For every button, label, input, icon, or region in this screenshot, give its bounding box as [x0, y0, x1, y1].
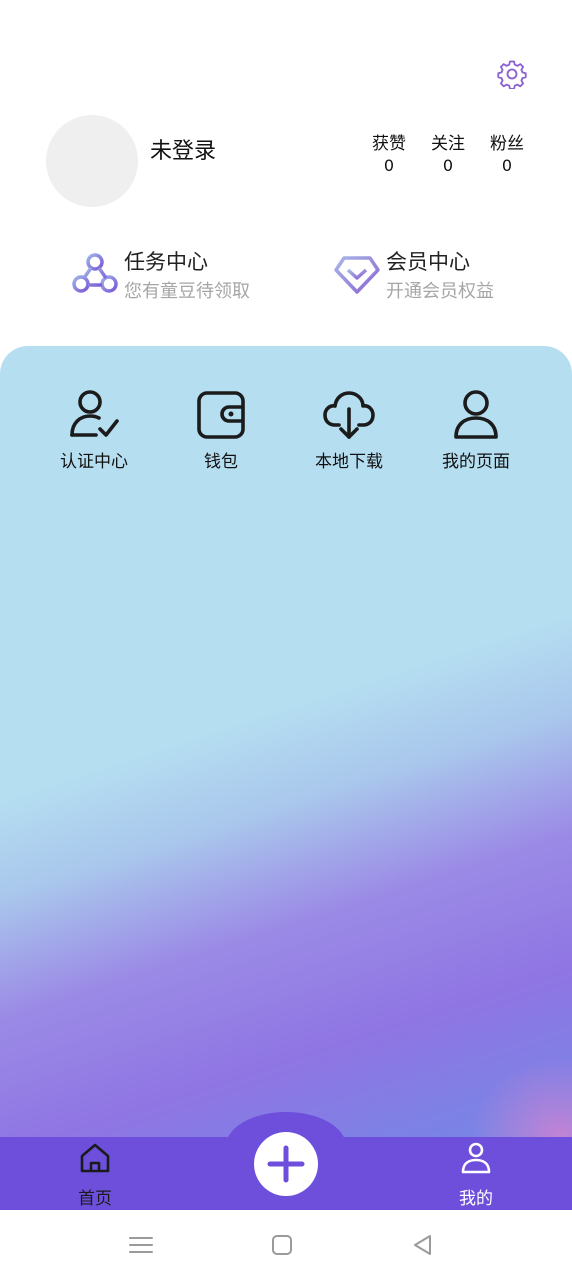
login-status[interactable]: 未登录 — [150, 133, 216, 165]
feature-label: 认证中心 — [60, 452, 128, 472]
feature-wallet[interactable]: 钱包 — [166, 387, 276, 472]
tab-label: 我的 — [459, 1189, 493, 1209]
task-center-title: 任务中心 — [124, 250, 208, 274]
task-center-entry[interactable]: 任务中心 您有童豆待领取 — [70, 244, 290, 304]
user-verified-icon — [70, 390, 119, 437]
feature-label: 本地下载 — [315, 452, 383, 472]
stat-value: 0 — [383, 156, 395, 175]
back-triangle-icon[interactable] — [408, 1230, 438, 1260]
add-button[interactable] — [254, 1132, 318, 1196]
stat-label: 获赞 — [372, 134, 406, 154]
tab-home[interactable]: 首页 — [55, 1140, 135, 1209]
wallet-icon — [197, 391, 245, 439]
vip-center-subtitle: 开通会员权益 — [386, 281, 494, 302]
feature-local-download[interactable]: 本地下载 — [294, 387, 404, 472]
home-square-icon[interactable] — [267, 1230, 297, 1260]
home-icon — [80, 1143, 110, 1173]
cloud-download-icon — [323, 391, 375, 439]
user-icon — [454, 390, 498, 439]
gear-icon[interactable] — [497, 59, 527, 89]
stat-likes[interactable]: 获赞 0 — [364, 133, 414, 177]
feature-verification-center[interactable]: 认证中心 — [39, 387, 149, 472]
user-icon — [461, 1142, 491, 1174]
diamond-icon — [334, 256, 380, 294]
vip-center-title: 会员中心 — [386, 250, 470, 274]
tab-label: 首页 — [78, 1189, 112, 1209]
feature-label: 我的页面 — [442, 452, 510, 472]
menu-icon[interactable] — [126, 1230, 156, 1260]
task-network-icon — [72, 253, 118, 293]
feature-my-page[interactable]: 我的页面 — [421, 387, 531, 472]
stat-label: 粉丝 — [490, 134, 524, 154]
plus-icon — [267, 1145, 305, 1183]
vip-center-entry[interactable]: 会员中心 开通会员权益 — [332, 244, 532, 304]
stat-value: 0 — [501, 156, 513, 175]
stat-value: 0 — [442, 156, 454, 175]
tab-mine[interactable]: 我的 — [436, 1140, 516, 1209]
feature-label: 钱包 — [204, 452, 238, 472]
stat-followers[interactable]: 粉丝 0 — [482, 133, 532, 177]
stat-label: 关注 — [431, 134, 465, 154]
avatar[interactable] — [46, 115, 138, 207]
stat-following[interactable]: 关注 0 — [423, 133, 473, 177]
task-center-subtitle: 您有童豆待领取 — [124, 281, 250, 302]
